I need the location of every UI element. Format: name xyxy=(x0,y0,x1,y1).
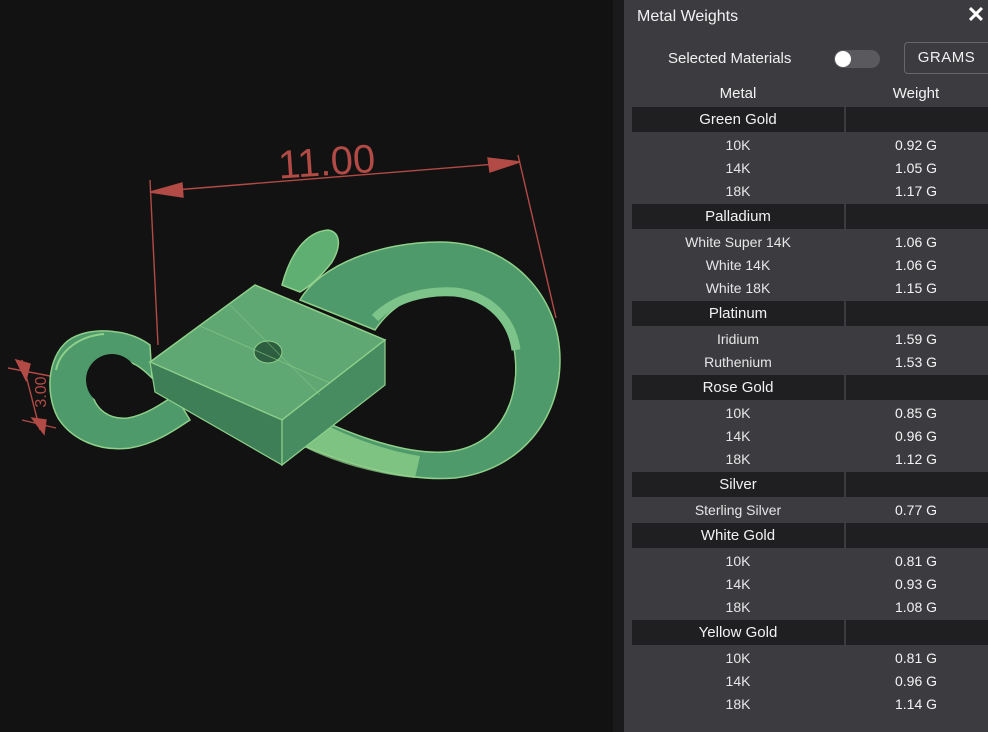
table-row: Sterling Silver 0.77 G xyxy=(632,499,988,522)
table-row: White Super 14K 1.06 G xyxy=(632,231,988,254)
panel-divider[interactable] xyxy=(613,0,624,732)
weight-cell: 1.12 G xyxy=(894,451,938,467)
weight-cell: 0.77 G xyxy=(894,502,938,518)
table-row: 18K 1.14 G xyxy=(632,693,988,716)
group-weight-cell xyxy=(846,523,988,548)
close-icon[interactable]: ✕ xyxy=(966,4,986,26)
group-name: White Gold xyxy=(632,523,844,548)
weight-cell: 0.81 G xyxy=(894,553,938,569)
group-name: Rose Gold xyxy=(632,375,844,400)
table-row: 14K 1.05 G xyxy=(632,157,988,180)
group-name: Silver xyxy=(632,472,844,497)
weight-cell: 0.96 G xyxy=(894,428,938,444)
table-row: 14K 0.96 G xyxy=(632,425,988,448)
metal-cell: Ruthenium xyxy=(704,354,772,370)
metal-cell: Iridium xyxy=(716,331,759,347)
metal-cell: 18K xyxy=(725,696,751,712)
group-name: Green Gold xyxy=(632,107,844,132)
dimension-label: 11.00 xyxy=(277,137,377,188)
table-row: 10K 0.81 G xyxy=(632,550,988,573)
metal-cell: White 18K xyxy=(705,280,771,296)
group-row: Silver xyxy=(632,472,988,497)
metal-cell: 14K xyxy=(725,428,751,444)
table-row: 18K 1.17 G xyxy=(632,180,988,203)
metal-cell: 10K xyxy=(725,137,751,153)
clasp-model-render: 11.00 3.00 xyxy=(7,137,561,480)
weight-cell: 0.93 G xyxy=(894,576,938,592)
group-weight-cell xyxy=(846,472,988,497)
weight-cell: 0.96 G xyxy=(894,673,938,689)
group-weight-cell xyxy=(846,375,988,400)
weight-cell: 0.81 G xyxy=(894,650,938,666)
column-header-metal: Metal xyxy=(719,85,757,102)
metal-cell: White Super 14K xyxy=(685,234,791,250)
column-header-weight: Weight xyxy=(892,85,940,102)
group-weight-cell xyxy=(846,301,988,326)
metal-weights-panel: Metal Weights ✕ Selected Materials GRAMS… xyxy=(624,0,988,732)
table-body: Green Gold 10K 0.92 G 14K 1.05 G 18K 1.17 G Pal… xyxy=(632,107,988,716)
panel-title: Metal Weights xyxy=(637,8,739,25)
weight-cell: 1.14 G xyxy=(894,696,938,712)
weight-cell: 0.85 G xyxy=(894,405,938,421)
table-row: White 14K 1.06 G xyxy=(632,254,988,277)
table-row: 14K 0.93 G xyxy=(632,573,988,596)
group-row: Palladium xyxy=(632,204,988,229)
group-row: Yellow Gold xyxy=(632,620,988,645)
weight-cell: 1.05 G xyxy=(894,160,938,176)
weight-cell: 1.08 G xyxy=(894,599,938,615)
table-row: 18K 1.12 G xyxy=(632,448,988,471)
metal-cell: 18K xyxy=(725,599,751,615)
group-name: Platinum xyxy=(632,301,844,326)
selected-materials-toggle[interactable] xyxy=(834,50,880,68)
metal-cell: Sterling Silver xyxy=(694,502,782,518)
toggle-knob xyxy=(835,51,851,67)
weights-table: Metal Weight Green Gold 10K 0.92 G 14K 1.05 … xyxy=(632,82,988,716)
group-weight-cell xyxy=(846,204,988,229)
metal-cell: 10K xyxy=(725,650,751,666)
group-weight-cell xyxy=(846,107,988,132)
metal-cell: 14K xyxy=(725,160,751,176)
metal-cell: 10K xyxy=(725,405,751,421)
metal-cell: 18K xyxy=(725,183,751,199)
metal-cell: 14K xyxy=(725,576,751,592)
table-header: Metal Weight xyxy=(632,82,988,106)
table-row: Ruthenium 1.53 G xyxy=(632,351,988,374)
table-row: White 18K 1.15 G xyxy=(632,277,988,300)
selected-materials-label: Selected Materials xyxy=(668,50,792,67)
units-button[interactable]: GRAMS xyxy=(904,42,988,74)
group-row: White Gold xyxy=(632,523,988,548)
table-row: 10K 0.92 G xyxy=(632,134,988,157)
weight-cell: 1.17 G xyxy=(894,183,938,199)
weight-cell: 1.06 G xyxy=(894,257,938,273)
small-dimension-label: 3.00 xyxy=(33,376,50,407)
group-row: Platinum xyxy=(632,301,988,326)
weight-cell: 1.06 G xyxy=(894,234,938,250)
weight-cell: 0.92 G xyxy=(894,137,938,153)
metal-cell: White 14K xyxy=(705,257,771,273)
group-name: Palladium xyxy=(632,204,844,229)
group-weight-cell xyxy=(846,620,988,645)
table-row: 10K 0.85 G xyxy=(632,402,988,425)
3d-viewport[interactable]: 11.00 3.00 xyxy=(0,0,613,732)
group-name: Yellow Gold xyxy=(632,620,844,645)
table-row: Iridium 1.59 G xyxy=(632,328,988,351)
metal-cell: 10K xyxy=(725,553,751,569)
group-row: Green Gold xyxy=(632,107,988,132)
metal-cell: 14K xyxy=(725,673,751,689)
weight-cell: 1.59 G xyxy=(894,331,938,347)
weight-cell: 1.15 G xyxy=(894,280,938,296)
weight-cell: 1.53 G xyxy=(894,354,938,370)
group-row: Rose Gold xyxy=(632,375,988,400)
table-row: 18K 1.08 G xyxy=(632,596,988,619)
table-row: 10K 0.81 G xyxy=(632,647,988,670)
table-row: 14K 0.96 G xyxy=(632,670,988,693)
metal-cell: 18K xyxy=(725,451,751,467)
